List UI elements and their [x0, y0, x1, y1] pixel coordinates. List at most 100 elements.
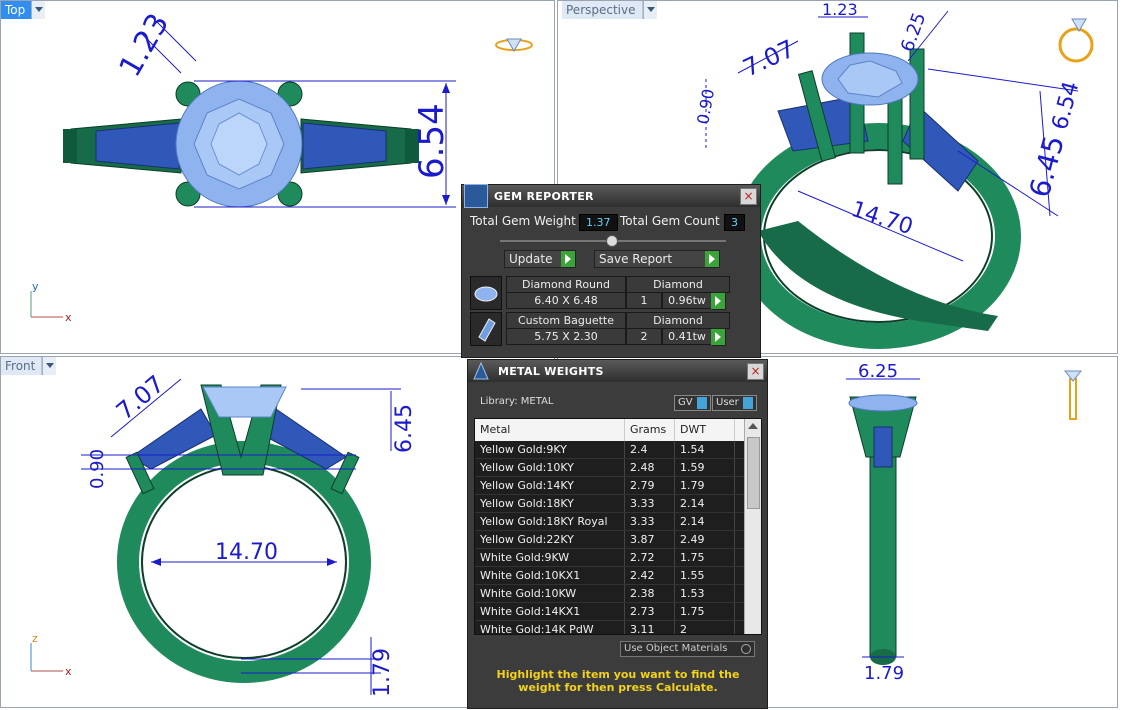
dwt: 1.75: [675, 549, 735, 566]
gem-reporter-panel: GEM REPORTER × Total Gem Weight 1.37 Tot…: [461, 184, 761, 358]
metal-name: White Gold:10KW: [475, 585, 625, 602]
metal-name: Yellow Gold:9KY: [475, 441, 625, 458]
axis-z-label: z: [32, 632, 38, 645]
viewport-tab-front[interactable]: Front: [1, 357, 57, 375]
gem-size: 6.40 X 6.48: [506, 292, 626, 309]
dwt: 1.54: [675, 441, 735, 458]
table-row[interactable]: White Gold:10KX1 2.42 1.55: [475, 567, 761, 585]
ring-preview-icon: [495, 38, 533, 52]
col-dwt[interactable]: DWT: [675, 419, 735, 441]
table-row[interactable]: White Gold:14K PdW 3.11 2: [475, 621, 761, 634]
gem-row[interactable]: Diamond Round Diamond 6.40 X 6.48 1 0.96…: [470, 276, 730, 310]
gem-reporter-titlebar[interactable]: GEM REPORTER ×: [462, 184, 760, 208]
front-dim-c: 0.90: [87, 449, 108, 489]
play-icon: [711, 329, 725, 345]
gem-qty: 1: [626, 292, 662, 309]
divider-slider[interactable]: [500, 235, 726, 247]
metal-name: Yellow Gold:22KY: [475, 531, 625, 548]
right-dim-top: 6.25: [858, 361, 898, 382]
viewport-tab-perspective[interactable]: Perspective: [562, 1, 657, 19]
panel-title: METAL WEIGHTS: [498, 364, 604, 378]
table-row[interactable]: White Gold:10KW 2.38 1.53: [475, 585, 761, 603]
ring-preview-icon: [1063, 370, 1083, 420]
grams: 2.42: [625, 567, 675, 584]
table-row[interactable]: White Gold:9KW 2.72 1.75: [475, 549, 761, 567]
metal-name: White Gold:14KX1: [475, 603, 625, 620]
user-label: User: [716, 397, 739, 408]
grams: 3.33: [625, 495, 675, 512]
panel-title: GEM REPORTER: [494, 189, 594, 203]
viewport-label[interactable]: Top: [1, 1, 32, 19]
gem-type: Diamond: [626, 276, 730, 293]
update-button[interactable]: Update: [504, 250, 576, 268]
dwt: 2.14: [675, 513, 735, 530]
close-icon[interactable]: ×: [740, 188, 757, 205]
gem-type: Diamond: [626, 312, 730, 329]
use-object-materials-toggle[interactable]: Use Object Materials: [620, 641, 755, 657]
grams: 3.11: [625, 621, 675, 634]
save-report-button[interactable]: Save Report: [594, 250, 720, 268]
play-icon: [561, 251, 575, 267]
chevron-down-icon[interactable]: [642, 1, 657, 19]
close-icon[interactable]: ×: [747, 363, 764, 380]
top-dim-prong: 1.23: [113, 8, 177, 83]
table-row[interactable]: White Gold:14KX1 2.73 1.75: [475, 603, 761, 621]
gem-name: Custom Baguette: [506, 312, 626, 329]
persp-dim-b: 6.25: [897, 10, 930, 55]
grams: 2.48: [625, 459, 675, 476]
metal-weights-titlebar[interactable]: METAL WEIGHTS ×: [468, 360, 767, 382]
table-row[interactable]: Yellow Gold:14KY 2.79 1.79: [475, 477, 761, 495]
viewport-label[interactable]: Perspective: [562, 1, 643, 19]
metal-table[interactable]: Metal Grams DWT Yellow Gold:9KY 2.4 1.54 Y…: [474, 418, 762, 635]
table-row[interactable]: Yellow Gold:9KY 2.4 1.54: [475, 441, 761, 459]
gv-toggle[interactable]: GV: [674, 395, 711, 411]
chevron-down-icon[interactable]: [31, 1, 46, 19]
metal-name: White Gold:9KW: [475, 549, 625, 566]
ring-preview-icon: [1058, 18, 1094, 63]
gem-detail-button[interactable]: [711, 292, 726, 310]
gem-weight: 0.96tw: [662, 292, 712, 309]
dwt: 1.55: [675, 567, 735, 584]
table-row[interactable]: Yellow Gold:10KY 2.48 1.59: [475, 459, 761, 477]
col-grams[interactable]: Grams: [625, 419, 675, 441]
table-row[interactable]: Yellow Gold:18KY Royal 3.33 2.14: [475, 513, 761, 531]
grams: 2.79: [625, 477, 675, 494]
gv-label: GV: [678, 397, 693, 408]
play-icon: [711, 293, 725, 309]
persp-dim-a: 1.23: [822, 1, 858, 19]
chevron-down-icon[interactable]: [42, 357, 57, 375]
gem-row[interactable]: Custom Baguette Diamond 5.75 X 2.30 2 0.…: [470, 312, 730, 346]
grams: 2.38: [625, 585, 675, 602]
persp-dim-c: 7.07: [739, 34, 799, 82]
play-icon: [705, 251, 719, 267]
library-label: Library: METAL: [480, 396, 554, 407]
metal-name: Yellow Gold:18KY: [475, 495, 625, 512]
baguette-icon: [470, 312, 502, 346]
metal-name: Yellow Gold:18KY Royal: [475, 513, 625, 530]
viewport-label[interactable]: Front: [1, 357, 43, 375]
axis-x-label: x: [65, 665, 72, 678]
user-toggle[interactable]: User: [712, 395, 757, 411]
table-row[interactable]: Yellow Gold:18KY 3.33 2.14: [475, 495, 761, 513]
gem-detail-button[interactable]: [711, 328, 726, 346]
dwt: 1.75: [675, 603, 735, 620]
scroll-thumb[interactable]: [747, 437, 760, 509]
persp-dim-g: 14.70: [848, 197, 916, 240]
front-dim-e: 1.79: [370, 648, 395, 697]
viewport-tab-top[interactable]: Top: [1, 1, 46, 19]
metal-weights-panel: METAL WEIGHTS × Library: METAL GV User M…: [467, 359, 768, 709]
axis-x-label: x: [65, 311, 72, 324]
table-scrollbar[interactable]: [744, 419, 761, 634]
total-weight-label: Total Gem Weight: [470, 214, 576, 228]
metal-name: White Gold:14K PdW: [475, 621, 625, 634]
metal-weights-icon: [470, 360, 492, 382]
table-header: Metal Grams DWT: [475, 419, 761, 441]
dwt: 1.79: [675, 477, 735, 494]
grams: 3.33: [625, 513, 675, 530]
save-report-label: Save Report: [599, 252, 673, 266]
total-count-label: Total Gem Count: [620, 214, 720, 228]
total-weight-value: 1.37: [579, 214, 618, 231]
table-row[interactable]: Yellow Gold:22KY 3.87 2.49: [475, 531, 761, 549]
dwt: 1.59: [675, 459, 735, 476]
col-metal[interactable]: Metal: [475, 419, 625, 441]
